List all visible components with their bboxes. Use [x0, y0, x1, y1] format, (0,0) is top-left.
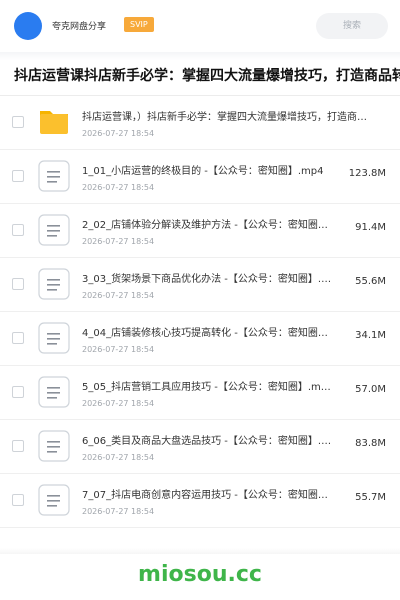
- folder-icon: [38, 106, 70, 138]
- file-list: 抖店运营课，）抖店新手必学：掌握四大流量爆增技巧，打造商品转化与销量 2026-0…: [0, 96, 400, 528]
- file-date: 2026-07-27 18:54: [82, 237, 155, 246]
- document-icon: [38, 268, 70, 300]
- avatar[interactable]: [14, 12, 42, 40]
- file-size: 57.0M: [355, 384, 386, 395]
- file-size: 55.7M: [355, 492, 386, 503]
- document-icon: [38, 484, 70, 516]
- file-name: 5_05_抖店营销工具应用技巧 -【公众号：密知圈】.mp4: [82, 382, 332, 393]
- header-divider: [0, 52, 400, 60]
- file-date: 2026-07-27 18:54: [82, 291, 155, 300]
- select-checkbox[interactable]: [12, 332, 24, 344]
- search-input[interactable]: 搜索: [316, 13, 388, 39]
- document-icon: [38, 160, 70, 192]
- file-date: 2026-07-27 18:54: [82, 129, 155, 138]
- watermark: miosou.cc: [138, 562, 262, 587]
- file-size: 83.8M: [355, 438, 386, 449]
- folder-row[interactable]: 抖店运营课，）抖店新手必学：掌握四大流量爆增技巧，打造商品转化与销量 2026-0…: [0, 96, 400, 150]
- file-size: 34.1M: [355, 330, 386, 341]
- select-checkbox[interactable]: [12, 170, 24, 182]
- select-checkbox[interactable]: [12, 386, 24, 398]
- file-name: 抖店运营课，）抖店新手必学：掌握四大流量爆增技巧，打造商品转化与销量: [82, 112, 372, 123]
- document-icon: [38, 322, 70, 354]
- file-name: 4_04_店铺装修核心技巧提高转化 -【公众号：密知圈】.mp4: [82, 328, 332, 339]
- file-date: 2026-07-27 18:54: [82, 345, 155, 354]
- document-icon: [38, 430, 70, 462]
- file-row[interactable]: 7_07_抖店电商创意内容运用技巧 -【公众号：密知圈】.mp4 2026-07-…: [0, 474, 400, 528]
- file-name: 6_06_类目及商品大盘选品技巧 -【公众号：密知圈】.mp4: [82, 436, 332, 447]
- file-row[interactable]: 3_03_货架场景下商品优化办法 -【公众号：密知圈】.mp4 2026-07-2…: [0, 258, 400, 312]
- file-date: 2026-07-27 18:54: [82, 399, 155, 408]
- vip-badge: SVIP: [124, 17, 154, 32]
- select-checkbox[interactable]: [12, 224, 24, 236]
- file-name: 1_01_小店运营的终极目的 -【公众号：密知圈】.mp4: [82, 166, 324, 177]
- header: 夸克网盘分享 SVIP 搜索: [0, 0, 400, 52]
- file-name: 2_02_店铺体验分解读及维护方法 -【公众号：密知圈】.mp4: [82, 220, 332, 231]
- file-size: 123.8M: [348, 168, 386, 179]
- file-row[interactable]: 4_04_店铺装修核心技巧提高转化 -【公众号：密知圈】.mp4 2026-07-…: [0, 312, 400, 366]
- file-size: 55.6M: [355, 276, 386, 287]
- file-date: 2026-07-27 18:54: [82, 183, 155, 192]
- file-size: 91.4M: [355, 222, 386, 233]
- folder-title: 抖店运营课抖店新手必学：掌握四大流量爆增技巧，打造商品转化与销量: [14, 68, 400, 84]
- user-name: 夸克网盘分享: [52, 22, 107, 32]
- document-icon: [38, 376, 70, 408]
- footer-divider: [0, 548, 400, 554]
- file-name: 3_03_货架场景下商品优化办法 -【公众号：密知圈】.mp4: [82, 274, 332, 285]
- file-row[interactable]: 5_05_抖店营销工具应用技巧 -【公众号：密知圈】.mp4 2026-07-27…: [0, 366, 400, 420]
- select-checkbox[interactable]: [12, 440, 24, 452]
- select-checkbox[interactable]: [12, 116, 24, 128]
- file-row[interactable]: 6_06_类目及商品大盘选品技巧 -【公众号：密知圈】.mp4 2026-07-2…: [0, 420, 400, 474]
- select-checkbox[interactable]: [12, 278, 24, 290]
- select-checkbox[interactable]: [12, 494, 24, 506]
- file-row[interactable]: 1_01_小店运营的终极目的 -【公众号：密知圈】.mp4 2026-07-27 …: [0, 150, 400, 204]
- file-date: 2026-07-27 18:54: [82, 453, 155, 462]
- file-name: 7_07_抖店电商创意内容运用技巧 -【公众号：密知圈】.mp4: [82, 490, 332, 501]
- file-date: 2026-07-27 18:54: [82, 507, 155, 516]
- document-icon: [38, 214, 70, 246]
- file-row[interactable]: 2_02_店铺体验分解读及维护方法 -【公众号：密知圈】.mp4 2026-07-…: [0, 204, 400, 258]
